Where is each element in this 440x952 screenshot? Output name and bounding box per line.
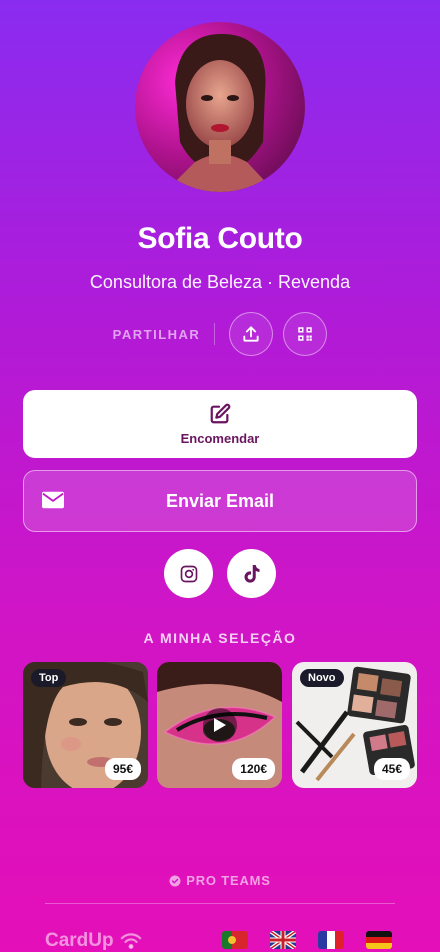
- share-row: PARTILHAR: [0, 312, 440, 356]
- order-button[interactable]: Encomendar: [23, 390, 417, 458]
- instagram-button[interactable]: [164, 549, 213, 598]
- share-divider: [214, 323, 216, 345]
- selection-item-3[interactable]: Novo 45€: [292, 662, 417, 788]
- send-email-label: Enviar Email: [165, 490, 275, 511]
- profile-name: Sofia Couto: [137, 222, 303, 255]
- instagram-icon: [180, 565, 197, 582]
- profile-avatar: [135, 22, 305, 192]
- item-price: 45€: [373, 758, 410, 780]
- flag-de-icon[interactable]: [366, 931, 392, 949]
- upload-icon: [243, 326, 259, 342]
- flag-pt-icon[interactable]: [222, 931, 248, 949]
- wifi-icon: [120, 933, 141, 949]
- tiktok-button[interactable]: [227, 549, 276, 598]
- send-email-button[interactable]: Enviar Email: [23, 470, 417, 532]
- share-upload-button[interactable]: [229, 312, 274, 356]
- pro-teams-badge: PRO TEAMS: [0, 873, 440, 888]
- order-button-label: Encomendar: [180, 430, 260, 446]
- item-badge: Novo: [300, 669, 344, 687]
- tiktok-icon: [244, 564, 259, 583]
- pro-teams-label: PRO TEAMS: [186, 873, 271, 888]
- share-qr-button[interactable]: [283, 312, 328, 356]
- edit-icon: [210, 403, 231, 423]
- item-price: 120€: [232, 758, 275, 780]
- play-icon: [213, 718, 226, 732]
- selection-gallery: Top 95€ 120€ Novo 45€: [23, 662, 417, 788]
- language-selector: [222, 931, 392, 949]
- selection-item-1[interactable]: Top 95€: [23, 662, 148, 788]
- profile-role: Consultora de Beleza · Revenda: [89, 272, 351, 292]
- item-price: 95€: [104, 758, 141, 780]
- brand-name: CardUp: [45, 930, 114, 951]
- item-badge: Top: [31, 669, 67, 687]
- footer-divider: [45, 903, 395, 904]
- check-circle-icon: [169, 875, 181, 886]
- play-video-button[interactable]: [202, 708, 237, 742]
- social-links: [0, 549, 440, 598]
- envelope-icon: [42, 491, 64, 509]
- qr-code-icon: [298, 327, 313, 341]
- flag-en-icon[interactable]: [270, 931, 296, 949]
- brand-logo[interactable]: CardUp: [45, 930, 142, 952]
- selection-title: A MINHA SELEÇÃO: [143, 630, 297, 646]
- flag-fr-icon[interactable]: [318, 931, 344, 949]
- share-label: PARTILHAR: [112, 326, 201, 342]
- selection-item-2[interactable]: 120€: [157, 662, 282, 788]
